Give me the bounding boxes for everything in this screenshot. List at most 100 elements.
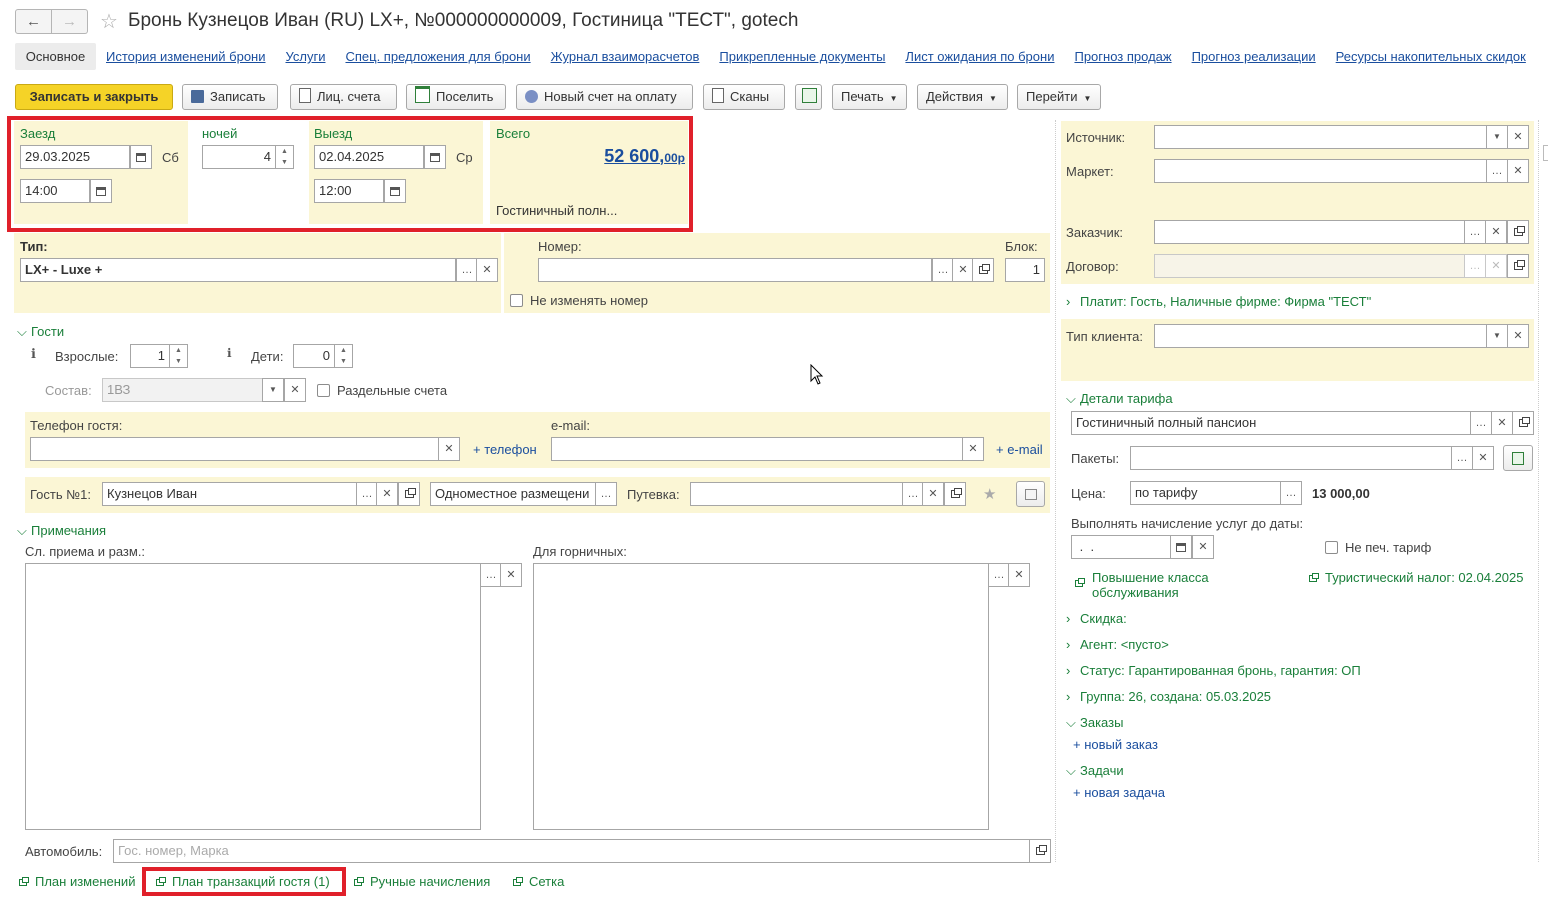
market-clear-button[interactable]: ✕ [1507, 159, 1529, 183]
agent-section-header[interactable]: › Агент: <пусто> [1066, 637, 1169, 652]
client-type-clear-button[interactable]: ✕ [1507, 324, 1529, 348]
client-type-input[interactable] [1154, 324, 1488, 348]
composition-input[interactable]: 1ВЗ [102, 378, 264, 402]
tariff-clear-button[interactable]: ✕ [1491, 411, 1513, 435]
tab-link-6[interactable]: Прогноз продаж [1074, 49, 1171, 64]
tourist-tax-link[interactable]: Туристический налог: 02.04.2025 [1309, 570, 1524, 585]
tab-link-8[interactable]: Ресурсы накопительных скидок [1336, 49, 1526, 64]
packages-input[interactable] [1130, 446, 1452, 470]
packages-clear-button[interactable]: ✕ [1472, 446, 1494, 470]
add-package-button[interactable] [1503, 445, 1533, 471]
charge-until-input[interactable]: . . [1071, 535, 1171, 559]
no-print-tariff-checkbox[interactable] [1325, 541, 1338, 554]
source-dropdown-button[interactable]: ▼ [1486, 125, 1508, 149]
tab-link-0[interactable]: История изменений брони [106, 49, 266, 64]
favorite-guest-star-icon[interactable]: ★ [983, 485, 996, 503]
charge-until-calendar-button[interactable] [1170, 535, 1192, 559]
email-input[interactable] [551, 437, 963, 461]
tariff-select-button[interactable]: … [1470, 411, 1492, 435]
block-input[interactable]: 1 [1005, 258, 1045, 282]
room-number-select-button[interactable]: … [932, 258, 954, 282]
tab-link-4[interactable]: Прикрепленные документы [719, 49, 885, 64]
voucher-input[interactable] [690, 482, 904, 506]
guests-section-header[interactable]: ⌵ Гости [17, 324, 64, 340]
room-type-select-button[interactable]: … [456, 258, 478, 282]
tab-link-2[interactable]: Спец. предложения для брони [345, 49, 530, 64]
market-input[interactable] [1154, 159, 1488, 183]
back-button[interactable]: ← [15, 9, 52, 34]
reception-notes-select-button[interactable]: … [480, 563, 502, 587]
go-menu-button[interactable]: Перейти ▼ [1017, 84, 1101, 110]
manual-charges-link[interactable]: Ручные начисления [354, 874, 490, 889]
collapse-handle[interactable] [1543, 145, 1548, 161]
save-button[interactable]: Записать [182, 84, 278, 110]
upgrade-link[interactable]: Повышение класса обслуживания [1075, 570, 1225, 600]
guest1-clear-button[interactable]: ✕ [376, 482, 398, 506]
adults-input[interactable]: 1 [130, 344, 170, 368]
discount-section-header[interactable]: › Скидка: [1066, 611, 1127, 626]
customer-input[interactable] [1154, 220, 1466, 244]
reception-notes-clear-button[interactable]: ✕ [500, 563, 522, 587]
charge-until-clear-button[interactable]: ✕ [1192, 535, 1214, 559]
price-mode-input[interactable]: по тарифу [1130, 481, 1282, 505]
new-order-link[interactable]: + новый заказ [1073, 737, 1158, 752]
adults-stepper[interactable]: ▲ ▼ [170, 344, 188, 368]
orders-section-header[interactable]: ⌵ Заказы [1066, 715, 1123, 731]
guest1-select-button[interactable]: … [356, 482, 378, 506]
car-input[interactable]: Гос. номер, Марка [113, 839, 1031, 863]
guest1-open-button[interactable] [398, 482, 420, 506]
settle-button[interactable]: Поселить [406, 84, 506, 110]
add-email-link[interactable]: + e-mail [996, 442, 1043, 457]
phone-input[interactable] [30, 437, 440, 461]
maids-notes-textarea[interactable] [533, 563, 989, 830]
source-clear-button[interactable]: ✕ [1507, 125, 1529, 149]
add-file-button[interactable] [795, 84, 822, 110]
voucher-select-button[interactable]: … [902, 482, 924, 506]
room-number-input[interactable] [538, 258, 932, 282]
status-section-header[interactable]: › Статус: Гарантированная бронь, гарантия… [1066, 663, 1361, 678]
guest-card-button[interactable] [1016, 481, 1045, 507]
notes-section-header[interactable]: ⌵ Примечания [17, 523, 106, 539]
print-menu-button[interactable]: Печать ▼ [832, 84, 907, 110]
children-input[interactable]: 0 [293, 344, 335, 368]
room-type-input[interactable]: LX+ - Luxe + [20, 258, 456, 282]
placement-input[interactable]: Одноместное размещени [430, 482, 596, 506]
tariff-input[interactable]: Гостиничный полный пансион [1071, 411, 1471, 435]
composition-dropdown-button[interactable]: ▼ [262, 378, 284, 402]
group-section-header[interactable]: › Группа: 26, создана: 05.03.2025 [1066, 689, 1271, 704]
actions-menu-button[interactable]: Действия ▼ [917, 84, 1008, 110]
price-mode-select-button[interactable]: … [1280, 481, 1302, 505]
contract-input[interactable] [1154, 254, 1466, 278]
room-number-clear-button[interactable]: ✕ [952, 258, 974, 282]
room-type-clear-button[interactable]: ✕ [476, 258, 498, 282]
car-open-button[interactable] [1029, 839, 1051, 863]
tab-main[interactable]: Основное [15, 43, 96, 70]
source-input[interactable] [1154, 125, 1488, 149]
payer-section-header[interactable]: › Платит: Гость, Наличные фирме: Фирма "Т… [1066, 294, 1371, 309]
contract-select-button[interactable]: … [1464, 254, 1486, 278]
phone-clear-button[interactable]: ✕ [438, 437, 460, 461]
keep-number-checkbox[interactable] [510, 294, 523, 307]
children-stepper[interactable]: ▲ ▼ [335, 344, 353, 368]
tariff-section-header[interactable]: ⌵ Детали тарифа [1066, 391, 1173, 407]
packages-select-button[interactable]: … [1451, 446, 1473, 470]
reception-notes-textarea[interactable] [25, 563, 481, 830]
accounts-button[interactable]: Лиц. счета [290, 84, 397, 110]
forward-button[interactable]: → [52, 9, 88, 34]
market-select-button[interactable]: … [1486, 159, 1508, 183]
contract-clear-button[interactable]: ✕ [1485, 254, 1507, 278]
changes-plan-link[interactable]: План изменений [19, 874, 135, 889]
voucher-open-button[interactable] [944, 482, 966, 506]
contract-open-button[interactable] [1507, 254, 1529, 278]
voucher-clear-button[interactable]: ✕ [922, 482, 944, 506]
customer-open-button[interactable] [1507, 220, 1529, 244]
email-clear-button[interactable]: ✕ [962, 437, 984, 461]
save-close-button[interactable]: Записать и закрыть [15, 84, 173, 110]
separate-accounts-checkbox[interactable] [317, 384, 330, 397]
tab-link-1[interactable]: Услуги [286, 49, 326, 64]
placement-select-button[interactable]: … [595, 482, 617, 506]
favorite-star-icon[interactable]: ☆ [100, 9, 118, 34]
new-task-link[interactable]: + новая задача [1073, 785, 1165, 800]
new-invoice-button[interactable]: Новый счет на оплату [516, 84, 693, 110]
maids-notes-clear-button[interactable]: ✕ [1008, 563, 1030, 587]
